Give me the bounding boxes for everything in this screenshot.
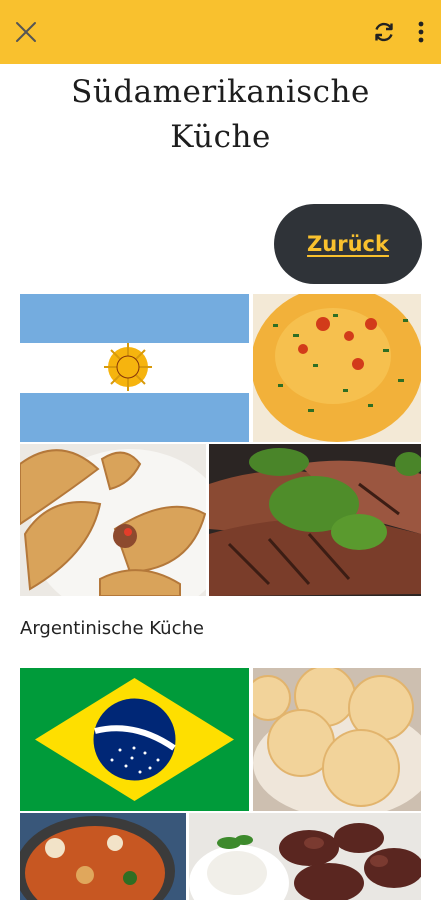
soup-dish-image[interactable] xyxy=(253,294,421,442)
close-icon[interactable] xyxy=(14,20,38,44)
cheese-bread-image[interactable] xyxy=(253,668,421,811)
argentina-flag-image[interactable] xyxy=(20,294,249,442)
more-vertical-icon[interactable] xyxy=(414,20,428,44)
page-title-line-1: Südamerikanische xyxy=(71,74,370,110)
back-button[interactable]: Zurück xyxy=(274,204,422,284)
section-label-argentina[interactable]: Argentinische Küche xyxy=(20,618,204,639)
refresh-icon[interactable] xyxy=(372,20,396,44)
brazil-flag-image[interactable] xyxy=(20,668,249,811)
meat-and-rice-image[interactable] xyxy=(189,813,421,900)
steak-chimichurri-image[interactable] xyxy=(209,444,421,596)
page-title-line-2: Küche xyxy=(170,119,271,155)
top-app-bar xyxy=(0,0,441,64)
empanadas-image[interactable] xyxy=(20,444,206,596)
stew-image[interactable] xyxy=(20,813,186,900)
page-title: Südamerikanische Küche xyxy=(0,70,441,160)
